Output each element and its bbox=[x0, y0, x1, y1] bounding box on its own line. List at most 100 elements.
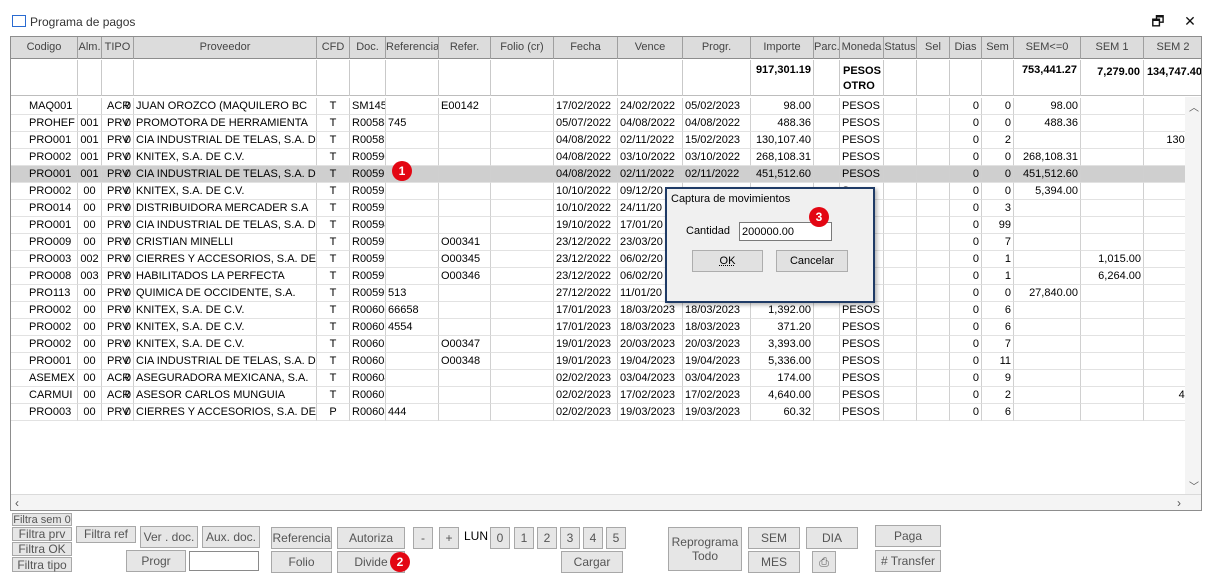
table-row[interactable]: PRO001 00 PRV 0 CIA INDUSTRIAL DE TELAS, S.A… bbox=[11, 217, 1201, 234]
table-row[interactable]: PRO00200PRV0KNITEX, S.A. DE C.V.TR00602O… bbox=[11, 336, 1201, 353]
column-header-sem2[interactable]: SEM 2 bbox=[1144, 37, 1201, 59]
aux-doc-button[interactable]: Aux. doc. bbox=[202, 526, 260, 548]
table-row[interactable]: PRO00200PRV0KNITEX, S.A. DE C.V.TR006006… bbox=[11, 302, 1201, 319]
column-header-sem1[interactable]: SEM 1 bbox=[1081, 37, 1144, 59]
cell-cfd: T bbox=[317, 319, 350, 336]
paga-button[interactable]: Paga bbox=[875, 525, 941, 547]
progr-input[interactable] bbox=[189, 551, 259, 571]
column-header-folio[interactable]: Folio (cr) bbox=[491, 37, 554, 59]
table-row[interactable]: PRO014 00 PRV 0 DISTRIBUIDORA MERCADER S.A T R… bbox=[11, 200, 1201, 217]
table-row[interactable]: PRO00200PRV0KNITEX, S.A. DE C.V.TR006014… bbox=[11, 319, 1201, 336]
cell-cfd: T bbox=[317, 268, 350, 285]
table-row[interactable]: PRO00900PRV0CRISTIAN MINELLITR00595O0034… bbox=[11, 234, 1201, 251]
progr-button[interactable]: Progr bbox=[126, 550, 186, 572]
cell-importe: 1,392.00 bbox=[751, 302, 814, 319]
payments-grid[interactable]: Codigo Alm. TIPO Proveedor CFD Doc. Referencia… bbox=[10, 36, 1202, 511]
column-header-sem0[interactable]: SEM<=0 bbox=[1014, 37, 1081, 59]
column-header-moneda[interactable]: Moneda bbox=[840, 37, 884, 59]
sem-button[interactable]: SEM bbox=[748, 527, 800, 549]
day-label: LUN bbox=[464, 529, 489, 543]
column-header-status[interactable]: Status bbox=[884, 37, 917, 59]
dia-button[interactable]: DIA bbox=[806, 527, 858, 549]
table-row[interactable]: PRO113 00 PRV 0 QUIMICA DE OCCIDENTE, S.A. T R… bbox=[11, 285, 1201, 302]
table-row[interactable]: PRO001 001 PRV 0 CIA INDUSTRIAL DE TELAS, S.… bbox=[11, 132, 1201, 149]
table-row[interactable]: PRO001 00 PRV 0 CIA INDUSTRIAL DE TELAS, S.A… bbox=[11, 353, 1201, 370]
cell-refer: O00346 bbox=[439, 268, 491, 285]
cell-dias: 0 bbox=[950, 234, 982, 251]
table-row[interactable]: PRO003 002 PRV 0 CIERRES Y ACCESORIOS, S.A. … bbox=[11, 251, 1201, 268]
restore-button[interactable]: 🗗 bbox=[1146, 11, 1170, 31]
summary-cell-refer bbox=[439, 60, 491, 96]
cell-ref: 66658 bbox=[386, 302, 439, 319]
reprograma-todo-button[interactable]: Reprograma Todo bbox=[668, 527, 742, 571]
minus-button[interactable]: - bbox=[413, 527, 433, 549]
filtra-tipo-button[interactable]: Filtra tipo bbox=[12, 557, 72, 572]
filtra-ok-button[interactable]: Filtra OK bbox=[12, 542, 72, 556]
print-button[interactable]: ⎙ bbox=[812, 551, 836, 573]
column-header-vence[interactable]: Vence bbox=[618, 37, 683, 59]
cell-cfd: T bbox=[317, 149, 350, 166]
autoriza-button[interactable]: Autoriza bbox=[337, 527, 405, 549]
column-header-cfd[interactable]: CFD bbox=[317, 37, 350, 59]
day-1-button[interactable]: 1 bbox=[514, 527, 534, 549]
table-row[interactable]: PROHEF 001 PRV 0 PROMOTORA DE HERRAMIENTA T R0… bbox=[11, 115, 1201, 132]
scroll-left-icon[interactable]: ‹ bbox=[15, 496, 19, 510]
cell-parc bbox=[814, 336, 840, 353]
cell-fecha: 17/01/2023 bbox=[554, 302, 618, 319]
cell-ref bbox=[386, 234, 439, 251]
referencia-button[interactable]: Referencia bbox=[271, 527, 332, 549]
column-header-dias[interactable]: Dias bbox=[950, 37, 982, 59]
ok-button[interactable]: OK bbox=[692, 250, 763, 272]
table-row[interactable]: PRO003 00 PRV 0 CIERRES Y ACCESORIOS, S.A. D… bbox=[11, 404, 1201, 421]
table-row[interactable]: PRO001 001 PRV 0 CIA INDUSTRIAL DE TELAS, S.… bbox=[11, 166, 1201, 183]
filtra-sem0-button[interactable]: Filtra sem 0 bbox=[12, 513, 72, 526]
column-header-codigo[interactable]: Codigo bbox=[11, 37, 78, 59]
mes-button[interactable]: MES bbox=[748, 551, 800, 573]
day-4-button[interactable]: 4 bbox=[583, 527, 603, 549]
cancel-button[interactable]: Cancelar bbox=[776, 250, 848, 272]
day-0-button[interactable]: 0 bbox=[490, 527, 510, 549]
cell-progr: 03/04/2023 bbox=[683, 370, 751, 387]
cargar-button[interactable]: Cargar bbox=[561, 551, 623, 573]
column-header-parc[interactable]: Parc. bbox=[814, 37, 840, 59]
day-3-button[interactable]: 3 bbox=[560, 527, 580, 549]
horizontal-scrollbar[interactable]: ‹ › bbox=[11, 494, 1201, 510]
day-5-button[interactable]: 5 bbox=[606, 527, 626, 549]
scroll-right-icon[interactable]: › bbox=[1177, 496, 1181, 510]
scroll-down-icon[interactable]: ﹀ bbox=[1189, 478, 1199, 493]
cell-dias: 0 bbox=[950, 404, 982, 421]
column-header-importe[interactable]: Importe bbox=[751, 37, 814, 59]
filtra-ref-button[interactable]: Filtra ref bbox=[76, 526, 136, 543]
cell-refer: O00345 bbox=[439, 251, 491, 268]
column-header-progr[interactable]: Progr. bbox=[683, 37, 751, 59]
table-row[interactable]: MAQ001 ACR 0 JUAN OROZCO (MAQUILERO BC T SM14… bbox=[11, 98, 1201, 115]
column-header-proveedor[interactable]: Proveedor bbox=[134, 37, 317, 59]
day-2-button[interactable]: 2 bbox=[537, 527, 557, 549]
cell-tipo: PRV 0 bbox=[102, 234, 134, 251]
table-row[interactable]: CARMUI00ACR0ASESOR CARLOS MUNGUIATR00607… bbox=[11, 387, 1201, 404]
column-header-doc[interactable]: Doc. bbox=[350, 37, 386, 59]
ver-doc-button[interactable]: Ver . doc. bbox=[140, 526, 198, 548]
cell-tipo: PRV 0 bbox=[102, 404, 134, 421]
column-header-sel[interactable]: Sel bbox=[917, 37, 950, 59]
dialog-title: Captura de movimientos bbox=[671, 193, 791, 205]
column-header-fecha[interactable]: Fecha bbox=[554, 37, 618, 59]
folio-button[interactable]: Folio bbox=[271, 551, 332, 573]
column-header-alm[interactable]: Alm. bbox=[78, 37, 102, 59]
table-row[interactable]: PRO002 001 PRV 0 KNITEX, S.A. DE C.V. T R0059 0… bbox=[11, 149, 1201, 166]
column-header-ref[interactable]: Referencia bbox=[386, 37, 439, 59]
cell-vence: 18/03/2023 bbox=[618, 319, 683, 336]
column-header-refer[interactable]: Refer. bbox=[439, 37, 491, 59]
table-row[interactable]: PRO00200PRV0KNITEX, S.A. DE C.V.TR005921… bbox=[11, 183, 1201, 200]
summary-cell-fecha bbox=[554, 60, 618, 96]
table-row[interactable]: PRO008 003 PRV 0 HABILITADOS LA PERFECTA T R00… bbox=[11, 268, 1201, 285]
plus-button[interactable]: + bbox=[439, 527, 459, 549]
vertical-scrollbar[interactable]: ︿ ﹀ bbox=[1185, 97, 1201, 495]
scroll-up-icon[interactable]: ︿ bbox=[1189, 99, 1199, 114]
table-row[interactable]: ASEMEX 00 ACR 0 ASEGURADORA MEXICANA, S.A. T R… bbox=[11, 370, 1201, 387]
filtra-prv-button[interactable]: Filtra prv bbox=[12, 527, 72, 541]
column-header-tipo[interactable]: TIPO bbox=[102, 37, 134, 59]
column-header-sem[interactable]: Sem bbox=[982, 37, 1014, 59]
close-button[interactable]: ✕ bbox=[1178, 11, 1202, 31]
transfer-button[interactable]: # Transfer bbox=[875, 550, 941, 572]
